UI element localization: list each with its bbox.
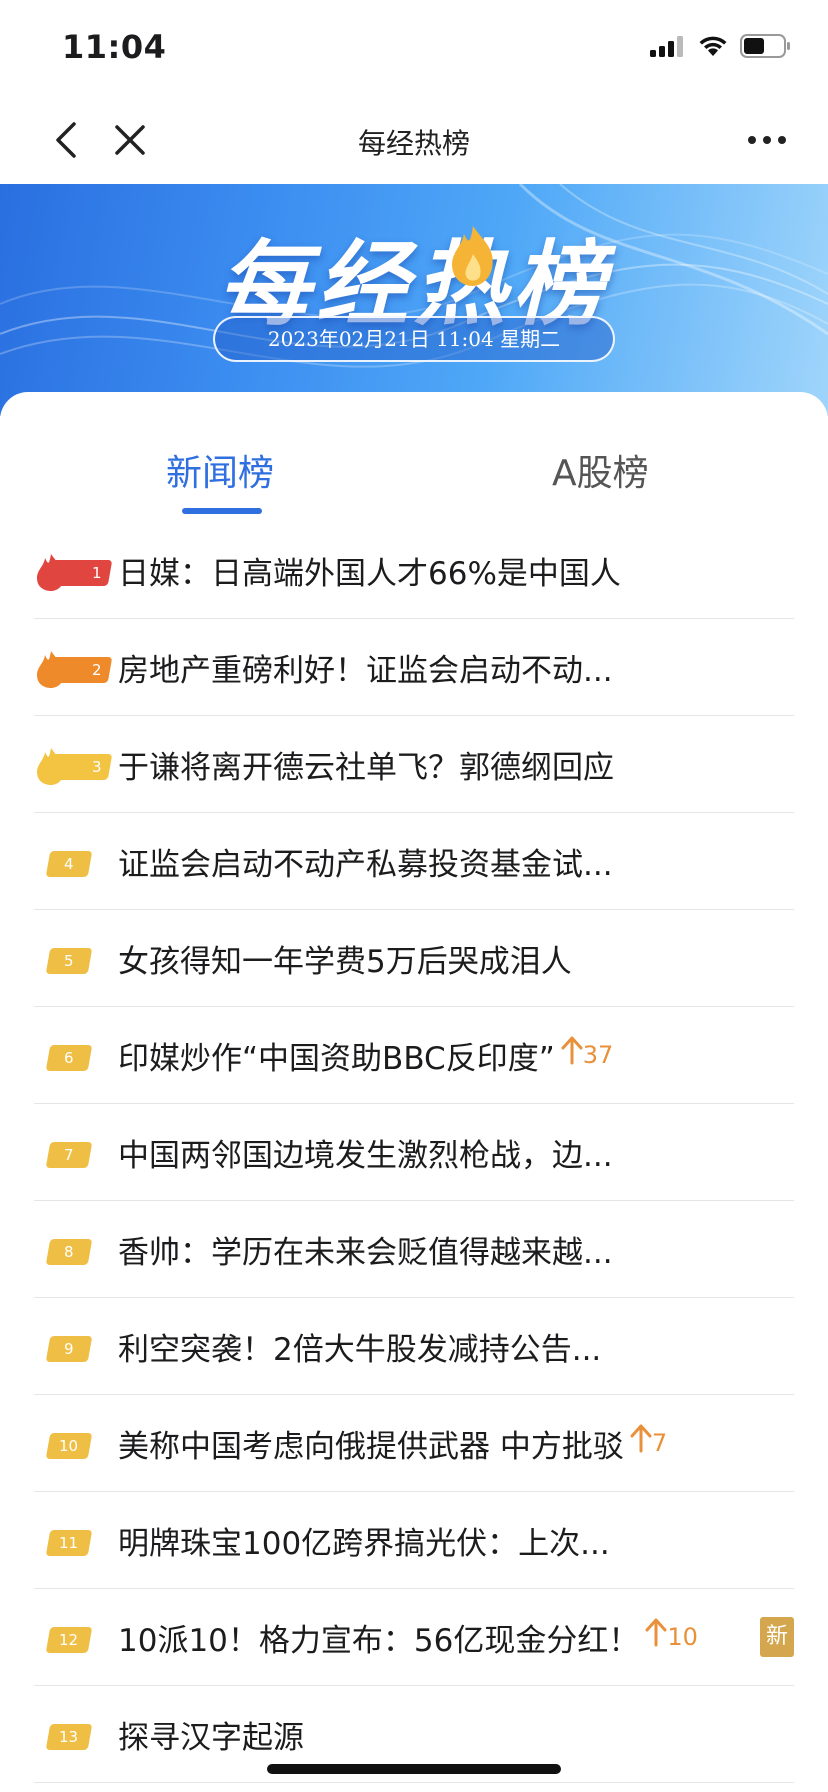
headline: 证监会启动不动产私募投资基金试... (118, 846, 613, 883)
list-item[interactable]: 9 利空突袭！2倍大牛股发减持公告... (34, 1298, 794, 1395)
status-bar: 11:04 (0, 0, 828, 96)
headline: 女孩得知一年学费5万后哭成泪人 (118, 943, 572, 980)
list-item[interactable]: 7 中国两邻国边境发生激烈枪战，边... (34, 1104, 794, 1201)
trend-indicator: 7 (630, 1424, 668, 1457)
headline: 香帅：学历在未来会贬值得越来越... (118, 1234, 613, 1271)
rank-number: 13 (59, 1728, 79, 1746)
arrow-up-icon (630, 1424, 652, 1453)
list-item[interactable]: 4 证监会启动不动产私募投资基金试... (34, 813, 794, 910)
list-item[interactable]: 12 10派10！格力宣布：56亿现金分红！ 10 新 (34, 1589, 794, 1686)
rank-number: 9 (64, 1340, 74, 1358)
rank-badge: 11 (34, 1520, 118, 1560)
trend-value: 37 (582, 1041, 614, 1069)
headline: 10派10！格力宣布：56亿现金分红！ (118, 1622, 640, 1659)
rank-number: 10 (59, 1437, 79, 1455)
flame-icon (37, 651, 65, 688)
rank-number: 8 (64, 1243, 74, 1261)
list-item[interactable]: 8 香帅：学历在未来会贬值得越来越... (34, 1201, 794, 1298)
trend-value: 7 (651, 1429, 668, 1457)
headline: 探寻汉字起源 (118, 1719, 304, 1756)
rank-badge: 10 (34, 1423, 118, 1463)
rank-badge: 5 (34, 938, 118, 978)
rank-number: 4 (64, 855, 74, 873)
headline: 于谦将离开德云社单飞？郭德纲回应 (118, 749, 614, 786)
list-item[interactable]: 10 美称中国考虑向俄提供武器 中方批驳 7 (34, 1395, 794, 1492)
tab-news[interactable]: 新闻榜 (166, 444, 274, 496)
trend-indicator: 37 (561, 1036, 614, 1069)
page-title: 每经热榜 (357, 127, 470, 160)
rank-number: 2 (92, 661, 102, 679)
list-item[interactable]: 5 女孩得知一年学费5万后哭成泪人 (34, 910, 794, 1007)
rank-badge: 9 (34, 1326, 118, 1366)
list-item[interactable]: 11 明牌珠宝100亿跨界搞光伏：上次... (34, 1492, 794, 1589)
list-item[interactable]: 2 房地产重磅利好！证监会启动不动... (34, 619, 794, 716)
headline: 房地产重磅利好！证监会启动不动... (118, 652, 613, 689)
more-icon (748, 136, 786, 144)
tab-bar: 新闻榜 A股榜 (0, 392, 828, 520)
headline: 明牌珠宝100亿跨界搞光伏：上次... (118, 1525, 610, 1562)
cellular-signal-icon (650, 36, 683, 57)
list-item[interactable]: 6 印媒炒作“中国资助BBC反印度” 37 (34, 1007, 794, 1104)
headline: 印媒炒作“中国资助BBC反印度” (118, 1040, 555, 1077)
rank-badge: 12 (34, 1617, 118, 1657)
wifi-icon (699, 36, 727, 56)
tab-a-stock[interactable]: A股榜 (552, 444, 649, 496)
flame-icon (452, 226, 493, 286)
rank-number: 5 (64, 952, 74, 970)
headline: 中国两邻国边境发生激烈枪战，边... (118, 1137, 613, 1174)
rank-number: 12 (59, 1631, 79, 1649)
trend-indicator: 10 (645, 1618, 698, 1651)
banner-date: 2023年02月21日 11:04 星期二 (213, 316, 615, 362)
rank-badge: 3 (34, 744, 118, 785)
rank-badge: 1 (34, 550, 118, 591)
list-item[interactable]: 3 于谦将离开德云社单飞？郭德纲回应 (34, 716, 794, 813)
headline: 美称中国考虑向俄提供武器 中方批驳 (118, 1428, 624, 1465)
arrow-up-icon (561, 1036, 583, 1065)
headline: 日媒：日高端外国人才66%是中国人 (118, 555, 621, 592)
rank-number: 6 (64, 1049, 74, 1067)
rank-number: 7 (64, 1146, 74, 1164)
battery-icon (740, 34, 790, 58)
more-button[interactable] (742, 118, 792, 162)
status-time: 11:04 (62, 28, 167, 66)
home-indicator (267, 1764, 561, 1774)
rank-badge: 13 (34, 1714, 118, 1754)
trend-value: 10 (667, 1623, 698, 1651)
rank-number: 1 (92, 564, 102, 582)
headline: 利空突袭！2倍大牛股发减持公告... (118, 1331, 602, 1368)
nav-bar: 每经热榜 (0, 96, 828, 184)
list-item[interactable]: 1 日媒：日高端外国人才66%是中国人 (34, 522, 794, 619)
tab-active-indicator (182, 508, 262, 514)
status-icons (650, 34, 792, 58)
rank-badge: 8 (34, 1229, 118, 1269)
rank-number: 11 (59, 1534, 79, 1552)
flame-icon (37, 748, 65, 785)
news-list: 1 日媒：日高端外国人才66%是中国人 2 房地产重磅利好！证监会启动不动...… (34, 522, 794, 1783)
banner: 每经热榜 2023年02月21日 11:04 星期二 (0, 184, 828, 416)
rank-badge: 6 (34, 1035, 118, 1075)
new-badge: 新 (760, 1617, 794, 1657)
flame-icon (37, 554, 65, 591)
arrow-up-icon (645, 1618, 667, 1647)
rank-badge: 2 (34, 647, 118, 688)
ranking-card: 新闻榜 A股榜 1 日媒：日高端外国人才66%是中国人 2 房地产重磅利好！证监… (0, 392, 828, 1792)
rank-number: 3 (92, 758, 102, 776)
rank-badge: 4 (34, 841, 118, 881)
rank-badge: 7 (34, 1132, 118, 1172)
